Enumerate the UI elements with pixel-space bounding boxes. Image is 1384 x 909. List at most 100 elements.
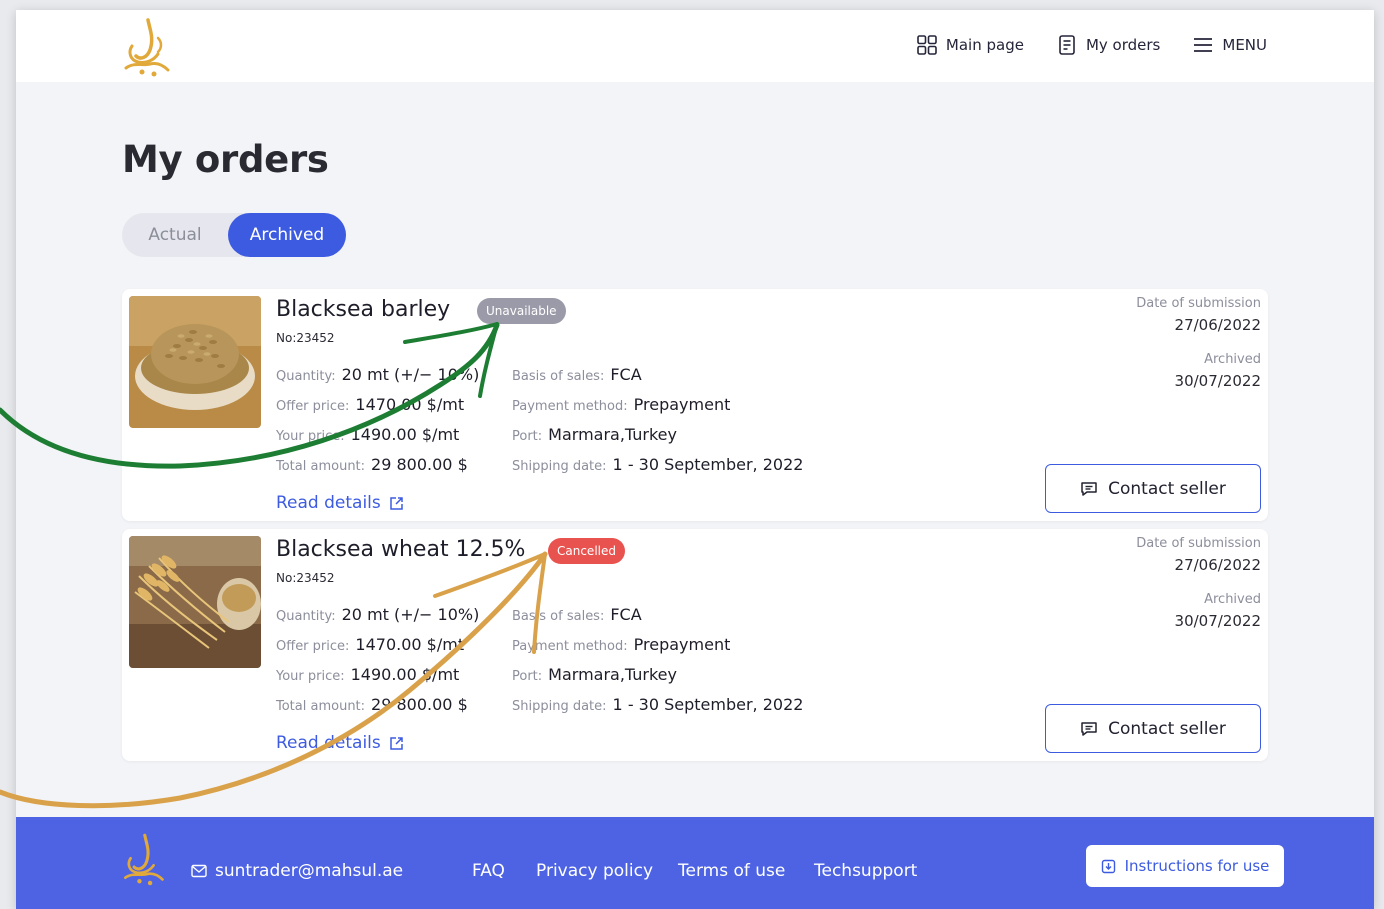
footer-link-privacy[interactable]: Privacy policy	[536, 861, 653, 881]
submission-date: Date of submission 27/06/2022	[1136, 536, 1261, 574]
external-link-icon	[390, 496, 403, 510]
contact-seller-button[interactable]: Contact seller	[1045, 464, 1261, 513]
nav-my-orders-label: My orders	[1085, 36, 1161, 54]
payment-label: Payment method:	[512, 399, 628, 414]
quantity-row: Quantity: 20 mt (+/− 10%)	[276, 365, 479, 384]
logo-icon[interactable]	[120, 16, 172, 80]
contact-seller-label: Contact seller	[1108, 478, 1226, 499]
read-details-label: Read details	[276, 733, 381, 753]
footer-link-terms[interactable]: Terms of use	[678, 861, 785, 881]
payment-value: Prepayment	[633, 395, 731, 414]
basis-value: FCA	[610, 365, 642, 384]
submission-date-value: 27/06/2022	[1174, 556, 1261, 574]
status-badge: Unavailable	[477, 298, 566, 324]
offer-price-value: 1470.00 $/mt	[355, 635, 465, 654]
tab-actual[interactable]: Actual	[122, 213, 228, 257]
footer-email[interactable]: suntrader@mahsul.ae	[191, 861, 403, 881]
your-price-label: Your price:	[276, 429, 345, 444]
archived-date: Archived 30/07/2022	[1175, 592, 1261, 630]
submission-date-value: 27/06/2022	[1174, 316, 1261, 334]
total-amount-label: Total amount:	[276, 459, 366, 474]
quantity-value: 20 mt (+/− 10%)	[341, 365, 480, 384]
offer-price-label: Offer price:	[276, 639, 350, 654]
read-details-link[interactable]: Read details	[276, 733, 404, 753]
order-card: Blacksea wheat 12.5% Cancelled No:23452 …	[122, 529, 1268, 761]
total-amount-row: Total amount: 29 800.00 $	[276, 695, 468, 714]
archived-date-label: Archived	[1204, 352, 1261, 367]
port-value: Marmara,Turkey	[548, 665, 677, 684]
nav-my-orders[interactable]: My orders	[1056, 34, 1160, 56]
nav-menu-label: MENU	[1222, 36, 1267, 54]
order-card: Blacksea barley Unavailable No:23452 Qua…	[122, 289, 1268, 521]
footer: suntrader@mahsul.ae FAQ Privacy policy T…	[16, 817, 1374, 909]
mail-icon	[191, 864, 207, 878]
quantity-label: Quantity:	[276, 609, 336, 624]
nav-main-page-label: Main page	[945, 36, 1024, 54]
basis-value: FCA	[610, 605, 642, 624]
basis-label: Basis of sales:	[512, 609, 605, 624]
total-amount-value: 29 800.00 $	[371, 695, 468, 714]
port-row: Port: Marmara,Turkey	[512, 425, 677, 444]
your-price-value: 1490.00 $/mt	[350, 425, 460, 444]
shipping-value: 1 - 30 September, 2022	[612, 695, 804, 714]
status-badge: Cancelled	[548, 538, 625, 564]
total-amount-row: Total amount: 29 800.00 $	[276, 455, 468, 474]
quantity-label: Quantity:	[276, 369, 336, 384]
total-amount-label: Total amount:	[276, 699, 366, 714]
quantity-row: Quantity: 20 mt (+/− 10%)	[276, 605, 479, 624]
submission-date-label: Date of submission	[1136, 536, 1261, 551]
order-tabs: Actual Archived	[122, 213, 346, 257]
instructions-label: Instructions for use	[1124, 857, 1270, 875]
contact-seller-button[interactable]: Contact seller	[1045, 704, 1261, 753]
hamburger-icon	[1194, 38, 1213, 52]
logo-icon[interactable]	[120, 831, 166, 889]
payment-row: Payment method: Prepayment	[512, 395, 730, 414]
quantity-value: 20 mt (+/− 10%)	[341, 605, 480, 624]
page-title: My orders	[122, 138, 329, 181]
footer-email-label: suntrader@mahsul.ae	[215, 861, 404, 881]
nav-menu[interactable]: MENU	[1192, 34, 1267, 56]
total-amount-value: 29 800.00 $	[371, 455, 468, 474]
your-price-row: Your price: 1490.00 $/mt	[276, 665, 459, 684]
product-name: Blacksea barley	[276, 297, 451, 322]
shipping-label: Shipping date:	[512, 699, 607, 714]
chat-icon	[1081, 481, 1097, 496]
grid-icon	[917, 35, 937, 55]
basis-row: Basis of sales: FCA	[512, 605, 642, 624]
archived-date-value: 30/07/2022	[1174, 612, 1261, 630]
basis-row: Basis of sales: FCA	[512, 365, 642, 384]
payment-label: Payment method:	[512, 639, 628, 654]
instructions-button[interactable]: Instructions for use	[1086, 845, 1284, 887]
footer-link-techsupport[interactable]: Techsupport	[814, 861, 917, 881]
payment-value: Prepayment	[633, 635, 731, 654]
offer-price-value: 1470.00 $/mt	[355, 395, 465, 414]
shipping-row: Shipping date: 1 - 30 September, 2022	[512, 455, 803, 474]
offer-price-row: Offer price: 1470.00 $/mt	[276, 635, 464, 654]
archived-date-label: Archived	[1204, 592, 1261, 607]
tab-archived[interactable]: Archived	[228, 213, 346, 257]
nav-main-page[interactable]: Main page	[916, 34, 1024, 56]
payment-row: Payment method: Prepayment	[512, 635, 730, 654]
port-label: Port:	[512, 669, 543, 684]
footer-link-faq[interactable]: FAQ	[472, 861, 505, 881]
your-price-value: 1490.00 $/mt	[350, 665, 460, 684]
shipping-label: Shipping date:	[512, 459, 607, 474]
read-details-label: Read details	[276, 493, 381, 513]
port-row: Port: Marmara,Turkey	[512, 665, 677, 684]
port-value: Marmara,Turkey	[548, 425, 677, 444]
read-details-link[interactable]: Read details	[276, 493, 404, 513]
download-icon	[1101, 859, 1115, 873]
archived-date-value: 30/07/2022	[1174, 372, 1261, 390]
top-bar: Main page My orders MENU	[16, 10, 1374, 82]
contact-seller-label: Contact seller	[1108, 718, 1226, 739]
chat-icon	[1081, 721, 1097, 736]
product-name: Blacksea wheat 12.5%	[276, 537, 526, 562]
product-image-wheat	[129, 536, 261, 668]
order-number: No:23452	[276, 331, 335, 345]
your-price-row: Your price: 1490.00 $/mt	[276, 425, 459, 444]
submission-date-label: Date of submission	[1136, 296, 1261, 311]
document-icon	[1059, 35, 1075, 55]
top-nav: Main page My orders MENU	[884, 34, 1267, 56]
offer-price-label: Offer price:	[276, 399, 350, 414]
offer-price-row: Offer price: 1470.00 $/mt	[276, 395, 464, 414]
